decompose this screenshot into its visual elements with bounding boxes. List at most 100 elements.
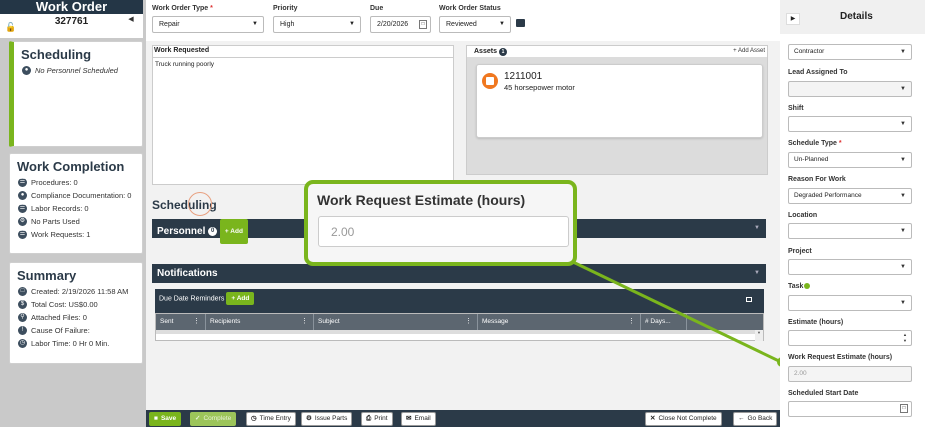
estimate-input[interactable]: ▲ ▼ bbox=[788, 330, 912, 346]
priority-select[interactable]: High ▼ bbox=[273, 16, 361, 33]
col-subject[interactable]: Subject ⋮ bbox=[314, 314, 478, 330]
dropdown-arrow-icon: ▼ bbox=[252, 21, 258, 27]
person-icon: ● bbox=[22, 66, 31, 75]
start-date-input[interactable]: □ bbox=[788, 401, 912, 417]
dropdown-arrow-icon: ▼ bbox=[499, 21, 505, 27]
dropdown-arrow-icon: ▼ bbox=[900, 49, 906, 55]
collapse-icon[interactable]: ◀ bbox=[124, 13, 138, 27]
go-back-button[interactable]: ← Go Back bbox=[733, 412, 778, 426]
add-personnel-button[interactable]: + Add bbox=[219, 219, 248, 244]
scheduling-card[interactable]: Scheduling ● No Personnel Scheduled bbox=[9, 41, 143, 147]
location-label: Location bbox=[788, 212, 818, 219]
print-button[interactable]: ⎙ Print bbox=[361, 412, 393, 426]
project-label: Project bbox=[788, 248, 812, 255]
calendar-icon[interactable]: □ bbox=[419, 20, 427, 29]
shift-select[interactable]: ▼ bbox=[788, 116, 912, 132]
comment-icon[interactable] bbox=[516, 19, 525, 27]
zoom-callout: Work Request Estimate (hours) 2.00 bbox=[304, 180, 577, 266]
list-item: ☰ Work Requests: 1 bbox=[18, 230, 142, 239]
chevron-down-icon[interactable]: ▼ bbox=[754, 219, 760, 238]
total-cost-text: Total Cost: US$0.00 bbox=[31, 300, 98, 309]
lead-select[interactable]: ▼ bbox=[788, 81, 912, 97]
lead-label: Lead Assigned To bbox=[788, 69, 848, 76]
clock-icon: ◷ bbox=[251, 415, 257, 422]
calendar-icon[interactable]: □ bbox=[900, 404, 908, 413]
maximize-icon[interactable] bbox=[746, 297, 752, 302]
asset-description: 45 horsepower motor bbox=[504, 83, 575, 92]
chevron-down-icon[interactable]: ▼ bbox=[754, 264, 760, 283]
schedule-type-select[interactable]: Un-Planned ▼ bbox=[788, 152, 912, 168]
spinner-icon[interactable]: ▲ ▼ bbox=[903, 332, 907, 344]
due-label: Due bbox=[370, 5, 384, 12]
col-message[interactable]: Message ⋮ bbox=[478, 314, 641, 330]
procedures-icon: ☰ bbox=[18, 178, 27, 187]
save-button[interactable]: ■ Save bbox=[149, 412, 182, 426]
wre-label: Work Request Estimate (hours) bbox=[788, 354, 893, 361]
column-menu-icon[interactable]: ⋮ bbox=[628, 317, 635, 325]
attached-files-text: Attached Files: 0 bbox=[31, 313, 87, 322]
labor-time-text: Labor Time: 0 Hr 0 Min. bbox=[31, 339, 110, 348]
reminders-grid: Sent ⋮ Recipients ⋮ Subject ⋮ Message ⋮ # Da… bbox=[155, 313, 764, 341]
task-select[interactable]: ▼ bbox=[788, 295, 912, 311]
notifications-bar[interactable]: Notifications ▼ bbox=[152, 264, 766, 283]
no-personnel-row: ● No Personnel Scheduled bbox=[22, 66, 142, 75]
column-menu-icon[interactable]: ⋮ bbox=[193, 317, 200, 325]
summary-card[interactable]: Summary □ Created: 2/19/2026 11:58 AM $ To… bbox=[9, 262, 143, 364]
work-completion-card[interactable]: Work Completion ☰ Procedures: 0 ● Complian… bbox=[9, 153, 143, 254]
notifications-label: Notifications bbox=[157, 268, 218, 279]
bottom-toolbar: ■ Save ✓ Complete ◷ Time Entry ⚙ Issue Parts… bbox=[146, 410, 780, 427]
task-label: Task bbox=[788, 283, 811, 290]
dropdown-arrow-icon: ▼ bbox=[349, 21, 355, 27]
vertical-scrollbar[interactable]: ▼ bbox=[755, 330, 763, 341]
asset-card[interactable]: 1211001 45 horsepower motor bbox=[476, 64, 763, 138]
contractor-select[interactable]: Contractor ▼ bbox=[788, 44, 912, 60]
wre-input[interactable]: 2.00 bbox=[788, 366, 912, 382]
due-date-input[interactable]: 2/20/2026 □ bbox=[370, 16, 431, 33]
assets-label: Assets bbox=[474, 48, 497, 55]
col-recipients[interactable]: Recipients ⋮ bbox=[206, 314, 314, 330]
dropdown-arrow-icon: ▼ bbox=[900, 193, 906, 199]
compliance-icon: ● bbox=[18, 191, 27, 200]
add-reminder-button[interactable]: + Add bbox=[226, 292, 255, 305]
column-menu-icon[interactable]: ⋮ bbox=[465, 317, 472, 325]
list-item: ! Cause Of Failure: bbox=[18, 326, 142, 335]
work-requests-text: Work Requests: 1 bbox=[31, 230, 91, 239]
work-requested-textarea[interactable]: Truck running poorly bbox=[153, 57, 453, 185]
dropdown-arrow-icon: ▼ bbox=[900, 228, 906, 234]
parts-text: No Parts Used bbox=[31, 217, 80, 226]
type-label: Work Order Type * bbox=[152, 5, 213, 12]
location-select[interactable]: ▼ bbox=[788, 223, 912, 239]
summary-title: Summary bbox=[17, 268, 77, 283]
work-order-title: Work Order bbox=[0, 0, 143, 14]
time-entry-button[interactable]: ◷ Time Entry bbox=[246, 412, 296, 426]
complete-button[interactable]: ✓ Complete bbox=[190, 412, 237, 426]
column-menu-icon[interactable]: ⋮ bbox=[301, 317, 308, 325]
expand-icon[interactable]: ▶ bbox=[786, 13, 800, 25]
project-select[interactable]: ▼ bbox=[788, 259, 912, 275]
status-select[interactable]: Reviewed ▼ bbox=[439, 16, 511, 33]
work-order-number: 327761 bbox=[54, 16, 89, 27]
list-item: ⚙ No Parts Used bbox=[18, 217, 142, 226]
email-button[interactable]: ✉ Email bbox=[401, 412, 436, 426]
callout-input: 2.00 bbox=[318, 216, 569, 247]
list-item: ☰ Procedures: 0 bbox=[18, 178, 142, 187]
col-sent[interactable]: Sent ⋮ bbox=[156, 314, 206, 330]
gears-icon: ⚙ bbox=[306, 415, 312, 422]
assets-panel: Assets 1 + Add Asset 1211001 45 horsepowe… bbox=[466, 45, 768, 175]
no-personnel-text: No Personnel Scheduled bbox=[35, 66, 118, 75]
shift-label: Shift bbox=[788, 105, 804, 112]
type-select[interactable]: Repair ▼ bbox=[152, 16, 264, 33]
list-item: ☰ Labor Records: 0 bbox=[18, 204, 142, 213]
scheduling-card-title: Scheduling bbox=[21, 47, 92, 62]
horizontal-scrollbar[interactable] bbox=[156, 330, 756, 334]
created-text: Created: 2/19/2026 11:58 AM bbox=[31, 287, 129, 296]
reason-label: Reason For Work bbox=[788, 176, 846, 183]
issue-parts-button[interactable]: ⚙ Issue Parts bbox=[301, 412, 353, 426]
unlock-icon: 🔓 bbox=[5, 22, 17, 32]
add-asset-link[interactable]: + Add Asset bbox=[733, 48, 765, 54]
col-days[interactable]: # Days... bbox=[641, 314, 687, 330]
reason-select[interactable]: Degraded Performance ▼ bbox=[788, 188, 912, 204]
clock-icon: ◷ bbox=[18, 339, 27, 348]
close-not-complete-button[interactable]: ✕ Close Not Complete bbox=[645, 412, 722, 426]
due-date-reminders-bar: Due Date Reminders + Add bbox=[155, 289, 764, 313]
